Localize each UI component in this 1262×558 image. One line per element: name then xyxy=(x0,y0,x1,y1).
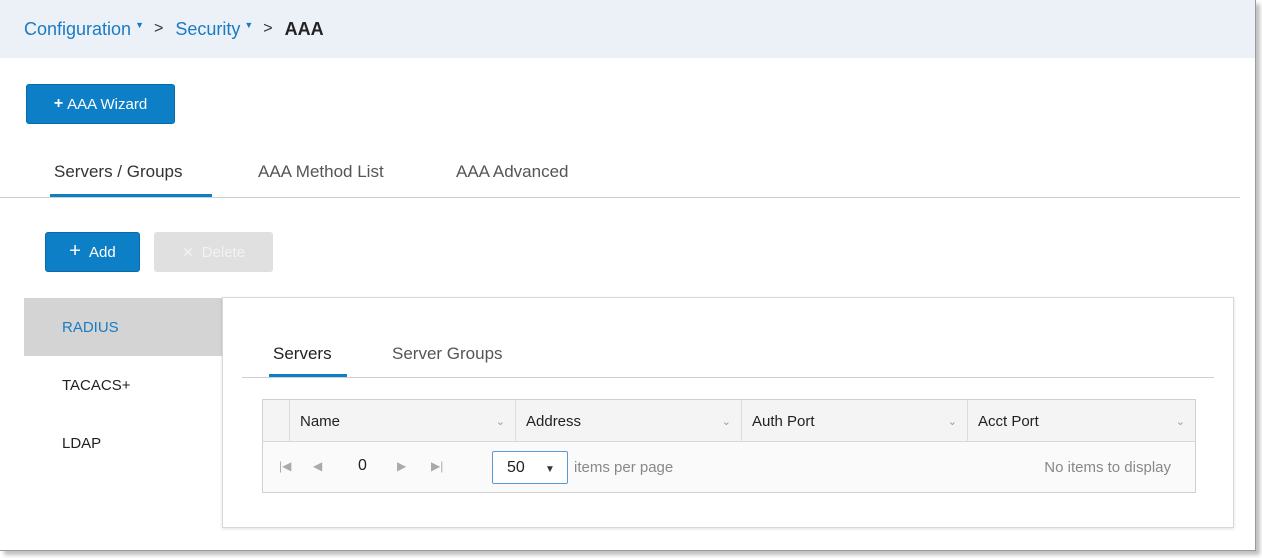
app-window: Configuration ▼ > Security ▼ > AAA + AAA… xyxy=(0,0,1256,551)
tab-servers[interactable]: Servers xyxy=(273,344,332,364)
sidebar-item-label: RADIUS xyxy=(62,318,119,336)
sub-tabs: Servers Server Groups xyxy=(242,330,1214,378)
column-header-label: Address xyxy=(526,412,582,430)
active-tab-indicator xyxy=(269,374,347,377)
sidebar-item-label: TACACS+ xyxy=(62,376,131,394)
last-page-icon[interactable]: ▶| xyxy=(431,459,443,473)
sidebar-item-radius[interactable]: RADIUS xyxy=(24,298,224,356)
column-header-acct-port[interactable]: Acct Port ⌄ xyxy=(967,400,1195,442)
plus-icon: + xyxy=(69,239,81,262)
column-header-label: Auth Port xyxy=(752,412,815,430)
delete-button[interactable]: ✕ Delete xyxy=(154,232,273,272)
breadcrumb-configuration[interactable]: Configuration xyxy=(24,19,131,40)
tab-server-groups[interactable]: Server Groups xyxy=(392,344,503,364)
sidebar-item-label: LDAP xyxy=(62,434,102,452)
chevron-down-icon[interactable]: ⌄ xyxy=(948,415,967,428)
sidebar-item-ldap[interactable]: LDAP xyxy=(24,414,224,472)
aaa-wizard-button[interactable]: + AAA Wizard xyxy=(26,84,175,124)
main-tabs: Servers / Groups AAA Method List AAA Adv… xyxy=(0,150,1240,198)
close-icon: ✕ xyxy=(181,243,194,260)
caret-down-icon[interactable]: ▼ xyxy=(135,20,144,30)
caret-down-icon: ▼ xyxy=(545,464,555,475)
aaa-wizard-label: AAA Wizard xyxy=(67,95,148,113)
grid-pager: |◀ ◀ 0 ▶ ▶| 50 ▼ items per page No items… xyxy=(263,442,1195,492)
chevron-right-icon: > xyxy=(263,20,273,37)
chevron-right-icon: > xyxy=(154,20,164,37)
per-page-label: items per page xyxy=(574,459,674,476)
plus-icon: + xyxy=(53,95,64,112)
first-page-icon[interactable]: |◀ xyxy=(279,459,291,473)
column-header-address[interactable]: Address ⌄ xyxy=(515,400,741,442)
chevron-down-icon[interactable]: ⌄ xyxy=(1176,415,1195,428)
current-page-number: 0 xyxy=(358,457,367,474)
tab-aaa-method-list[interactable]: AAA Method List xyxy=(258,162,384,182)
page-size-select[interactable]: 50 ▼ xyxy=(492,451,568,484)
grid-header: Name ⌄ Address ⌄ Auth Port ⌄ Acct Port ⌄ xyxy=(263,400,1195,442)
caret-down-icon[interactable]: ▼ xyxy=(244,20,253,30)
column-header-auth-port[interactable]: Auth Port ⌄ xyxy=(741,400,967,442)
empty-message: No items to display xyxy=(1044,459,1171,476)
next-page-icon[interactable]: ▶ xyxy=(397,459,406,473)
sidebar-item-tacacs[interactable]: TACACS+ xyxy=(24,356,224,414)
column-header-label: Acct Port xyxy=(978,412,1039,430)
breadcrumb: Configuration ▼ > Security ▼ > AAA xyxy=(0,0,1255,58)
chevron-down-icon[interactable]: ⌄ xyxy=(496,415,515,428)
column-header-label: Name xyxy=(300,412,341,430)
add-label: Add xyxy=(88,243,116,261)
page-size-value: 50 xyxy=(507,458,525,476)
chevron-down-icon[interactable]: ⌄ xyxy=(722,415,741,428)
previous-page-icon[interactable]: ◀ xyxy=(313,459,322,473)
servers-grid: Name ⌄ Address ⌄ Auth Port ⌄ Acct Port ⌄… xyxy=(262,399,1196,493)
tab-aaa-advanced[interactable]: AAA Advanced xyxy=(456,162,568,182)
active-tab-indicator xyxy=(50,194,212,197)
delete-label: Delete xyxy=(201,243,246,261)
tab-servers-groups[interactable]: Servers / Groups xyxy=(54,162,183,182)
add-button[interactable]: + Add xyxy=(45,232,140,272)
breadcrumb-security[interactable]: Security xyxy=(175,19,240,40)
page-title: AAA xyxy=(284,18,324,39)
column-header-name[interactable]: Name ⌄ xyxy=(289,400,515,442)
